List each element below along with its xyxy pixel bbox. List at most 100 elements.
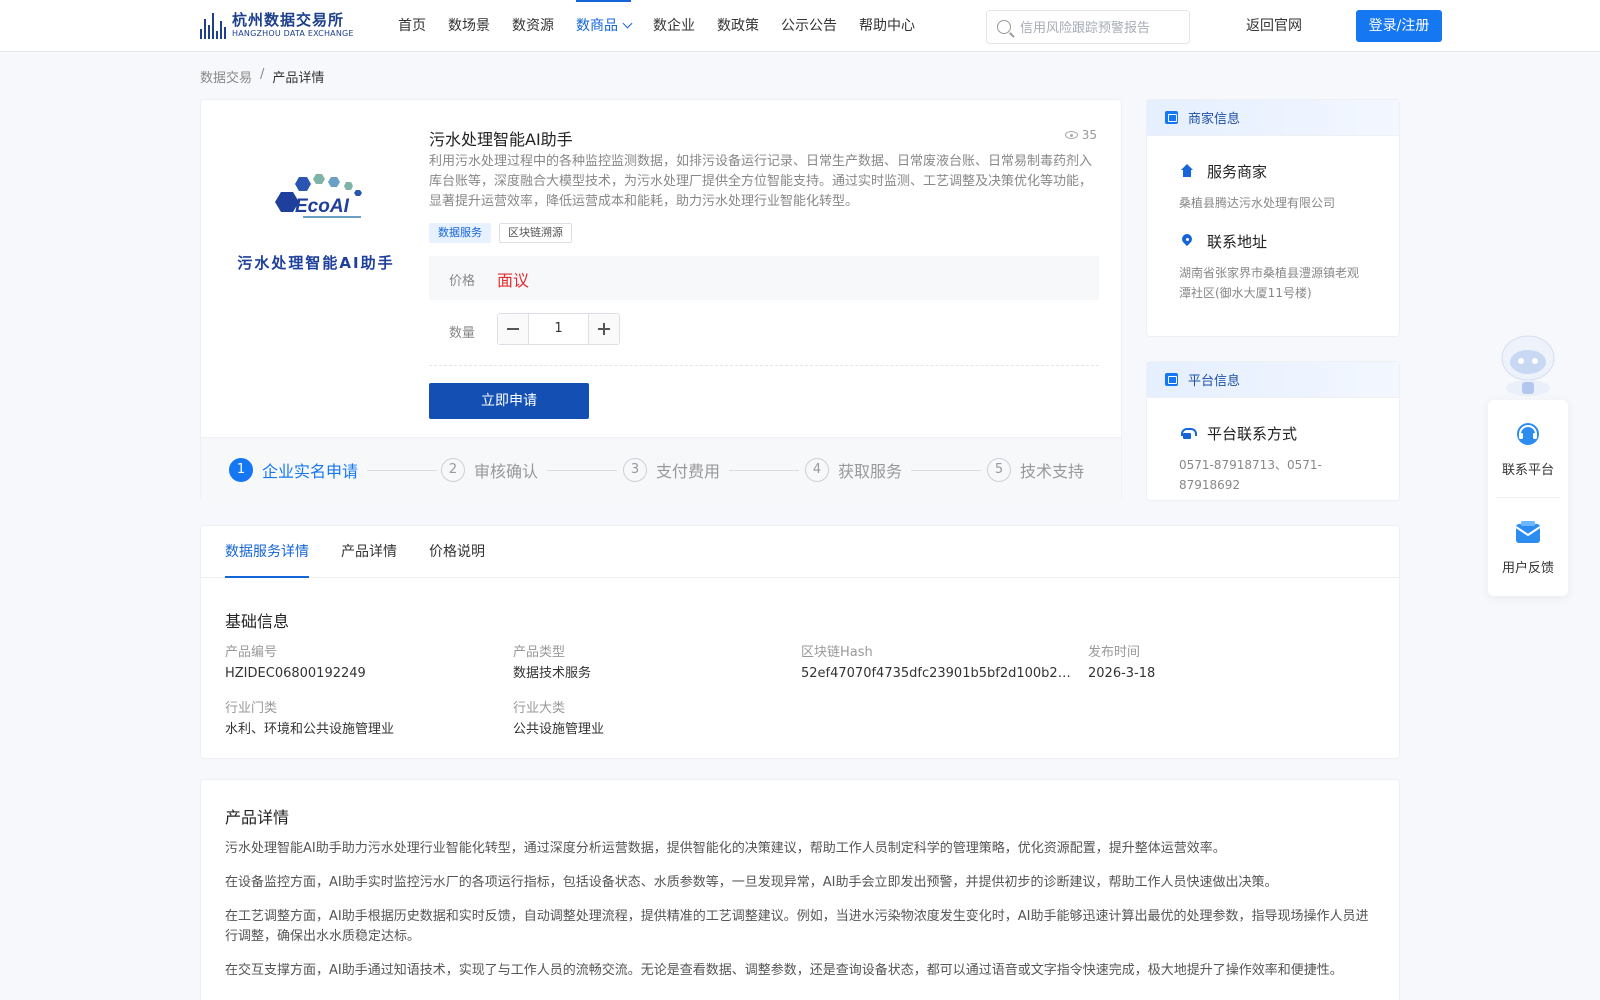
detail-paragraph: 在工艺调整方面，AI助手根据历史数据和实时反馈，自动调整处理流程，提供精准的工艺… <box>225 909 1369 944</box>
field-industry-class: 行业大类 公共设施管理业 <box>513 700 793 739</box>
step-label: 支付费用 <box>656 462 721 481</box>
login-button[interactable]: 登录/注册 <box>1356 10 1442 42</box>
platform-contact-title: 平台联系方式 <box>1207 424 1298 443</box>
field-industry-category: 行业门类 水利、环境和公共设施管理业 <box>225 700 505 739</box>
field-publish-date: 发布时间 2026-3-18 <box>1088 644 1368 683</box>
logo-title: 杭州数据交易所 <box>232 11 345 29</box>
merchant-service-section: 服务商家 桑植县腾达污水处理有限公司 <box>1147 161 1399 213</box>
step-label: 企业实名申请 <box>262 462 359 481</box>
step-1: 1 企业实名申请 <box>229 458 358 482</box>
field-value: HZIDEC06800192249 <box>225 666 366 681</box>
platform-header: 平台信息 <box>1147 362 1399 398</box>
nav-products-label: 数商品 <box>576 18 618 34</box>
location-pin-icon <box>1179 233 1195 249</box>
product-tags: 数据服务 区块链溯源 <box>429 223 572 243</box>
user-feedback-label: 用户反馈 <box>1501 561 1554 576</box>
platform-header-label: 平台信息 <box>1188 374 1241 389</box>
monitor-icon <box>1165 373 1178 386</box>
detail-paragraph: 在交互支撑方面，AI助手通过知语技术，实现了与工作人员的流畅交流。无论是查看数据… <box>225 963 1343 978</box>
price-label: 价格 <box>449 274 476 289</box>
address-title: 联系地址 <box>1207 232 1268 251</box>
nav-policies[interactable]: 数政策 <box>717 0 759 52</box>
step-5: 5 技术支持 <box>987 458 1084 482</box>
product-description: 利用污水处理过程中的各种监控监测数据，如排污设备运行记录、日常生产数据、日常废液… <box>429 154 1093 209</box>
product-detail-section: 产品详情 污水处理智能AI助手助力污水处理行业智能化转型，通过深度分析运营数据，… <box>200 779 1400 1000</box>
quantity-increase-button[interactable] <box>588 314 619 344</box>
search-icon[interactable] <box>997 20 1011 34</box>
service-merchant-value: 桑植县腾达污水处理有限公司 <box>1179 196 1336 210</box>
nav-announcements[interactable]: 公示公告 <box>781 0 837 52</box>
eye-icon <box>1064 131 1078 139</box>
nav-enterprises[interactable]: 数企业 <box>653 0 695 52</box>
logo-subtitle: HANGZHOU DATA EXCHANGE <box>232 29 354 38</box>
step-label: 获取服务 <box>838 462 903 481</box>
product-card: EcoAI 污水处理智能AI助手 污水处理智能AI助手 35 利用污水处理过程中… <box>200 99 1122 501</box>
merchant-card: 商家信息 服务商家 桑植县腾达污水处理有限公司 联系地址 湖南省张家界市桑植县澧… <box>1146 99 1400 337</box>
price-row: 价格 面议 <box>429 256 1099 300</box>
nav-help[interactable]: 帮助中心 <box>859 0 915 52</box>
field-value: 公共设施管理业 <box>513 722 605 737</box>
nav-scenes[interactable]: 数场景 <box>448 0 490 52</box>
nav-products[interactable]: 数商品 <box>576 0 633 52</box>
user-feedback-button[interactable]: 用户反馈 <box>1488 498 1568 596</box>
main-nav: 首页 数场景 数资源 数商品 数企业 数政策 公示公告 帮助中心 <box>398 0 937 52</box>
phone-icon <box>1179 425 1197 441</box>
chevron-down-icon <box>622 18 633 29</box>
tab-data-service-detail[interactable]: 数据服务详情 <box>225 526 309 578</box>
tab-product-detail[interactable]: 产品详情 <box>341 526 397 578</box>
contact-platform-button[interactable]: 联系平台 <box>1488 400 1568 498</box>
field-label: 行业门类 <box>225 701 278 716</box>
quantity-decrease-button[interactable] <box>498 314 529 344</box>
quantity-label: 数量 <box>449 326 476 341</box>
merchant-address-section: 联系地址 湖南省张家界市桑植县澧源镇老观潭社区(御水大厦11号楼) <box>1147 231 1399 303</box>
step-connector <box>729 470 799 471</box>
apply-button[interactable]: 立即申请 <box>429 383 589 419</box>
field-label: 产品类型 <box>513 645 566 660</box>
field-value: 52ef47070f4735dfc23901b5bf2d100b2a2f… <box>801 666 1075 681</box>
merchant-header: 商家信息 <box>1147 100 1399 136</box>
detail-paragraph: 在设备监控方面，AI助手实时监控污水厂的各项运行指标，包括设备状态、水质参数等，… <box>225 875 1278 890</box>
breadcrumb-parent[interactable]: 数据交易 <box>200 67 252 86</box>
basic-info-title: 基础信息 <box>225 612 290 631</box>
field-label: 产品编号 <box>225 645 278 660</box>
mail-feedback-icon <box>1513 518 1543 548</box>
step-number: 5 <box>987 458 1011 482</box>
step-number: 4 <box>805 458 829 482</box>
step-connector <box>367 470 437 471</box>
field-value: 2026-3-18 <box>1088 666 1156 681</box>
address-value: 湖南省张家界市桑植县澧源镇老观潭社区(御水大厦11号楼) <box>1179 266 1360 300</box>
field-label: 区块链Hash <box>801 645 873 660</box>
view-count: 35 <box>1064 128 1097 142</box>
nav-resources[interactable]: 数资源 <box>512 0 554 52</box>
step-number: 3 <box>623 458 647 482</box>
product-logo: EcoAI 污水处理智能AI助手 <box>221 170 411 280</box>
step-3: 3 支付费用 <box>623 458 720 482</box>
breadcrumb: 数据交易 / 产品详情 <box>200 67 324 86</box>
contact-platform-label: 联系平台 <box>1501 463 1554 478</box>
field-value: 数据技术服务 <box>513 666 592 681</box>
field-product-type: 产品类型数据技术服务 <box>513 644 793 683</box>
step-4: 4 获取服务 <box>805 458 902 482</box>
product-title: 污水处理智能AI助手 <box>429 130 573 149</box>
field-product-code: 产品编号 HZIDEC06800192249 <box>225 644 505 683</box>
site-logo[interactable]: 杭州数据交易所 HANGZHOU DATA EXCHANGE <box>200 9 365 41</box>
tab-price-info[interactable]: 价格说明 <box>429 526 485 578</box>
home-icon <box>1179 163 1195 179</box>
tag-blockchain: 区块链溯源 <box>499 223 572 243</box>
nav-home[interactable]: 首页 <box>398 0 426 52</box>
step-label: 技术支持 <box>1020 462 1085 481</box>
shop-icon <box>1165 111 1178 124</box>
breadcrumb-separator: / <box>260 67 265 82</box>
step-connector <box>547 470 617 471</box>
tag-data-service: 数据服务 <box>429 223 491 243</box>
platform-contact-section: 平台联系方式 0571-87918713、0571-87918692 <box>1147 423 1399 495</box>
logo-mark-icon <box>200 11 226 39</box>
view-count-value: 35 <box>1081 128 1097 142</box>
quantity-input[interactable]: 1 <box>529 314 588 344</box>
back-to-site-link[interactable]: 返回官网 <box>1246 0 1302 52</box>
floating-panel: 联系平台 用户反馈 <box>1488 400 1568 596</box>
field-blockchain-hash: 区块链Hash 52ef47070f4735dfc23901b5bf2d100b2… <box>801 644 1081 683</box>
search-input[interactable] <box>1020 11 1185 43</box>
robot-assistant-icon[interactable] <box>1490 324 1566 400</box>
field-label: 发布时间 <box>1088 645 1141 660</box>
